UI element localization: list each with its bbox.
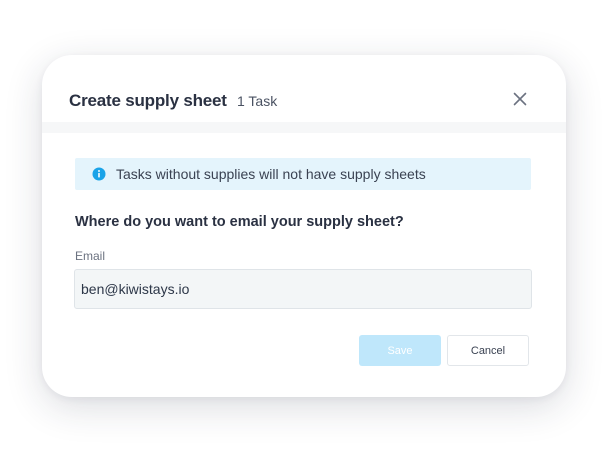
email-question: Where do you want to email your supply s… xyxy=(75,214,404,230)
info-banner: Tasks without supplies will not have sup… xyxy=(75,158,531,190)
create-supply-sheet-dialog: Create supply sheet 1 Task Tasks without… xyxy=(42,55,566,397)
email-field[interactable] xyxy=(74,269,532,309)
header-divider xyxy=(42,122,566,133)
task-count: 1 Task xyxy=(237,93,278,109)
dialog-title: Create supply sheet xyxy=(69,91,227,110)
close-icon xyxy=(513,92,527,106)
cancel-button[interactable]: Cancel xyxy=(447,335,529,366)
close-button[interactable] xyxy=(510,89,530,109)
email-label: Email xyxy=(75,249,106,263)
info-icon xyxy=(92,167,106,181)
dialog-header: Create supply sheet 1 Task xyxy=(42,55,566,122)
save-button[interactable]: Save xyxy=(359,335,441,366)
info-message: Tasks without supplies will not have sup… xyxy=(116,166,426,182)
